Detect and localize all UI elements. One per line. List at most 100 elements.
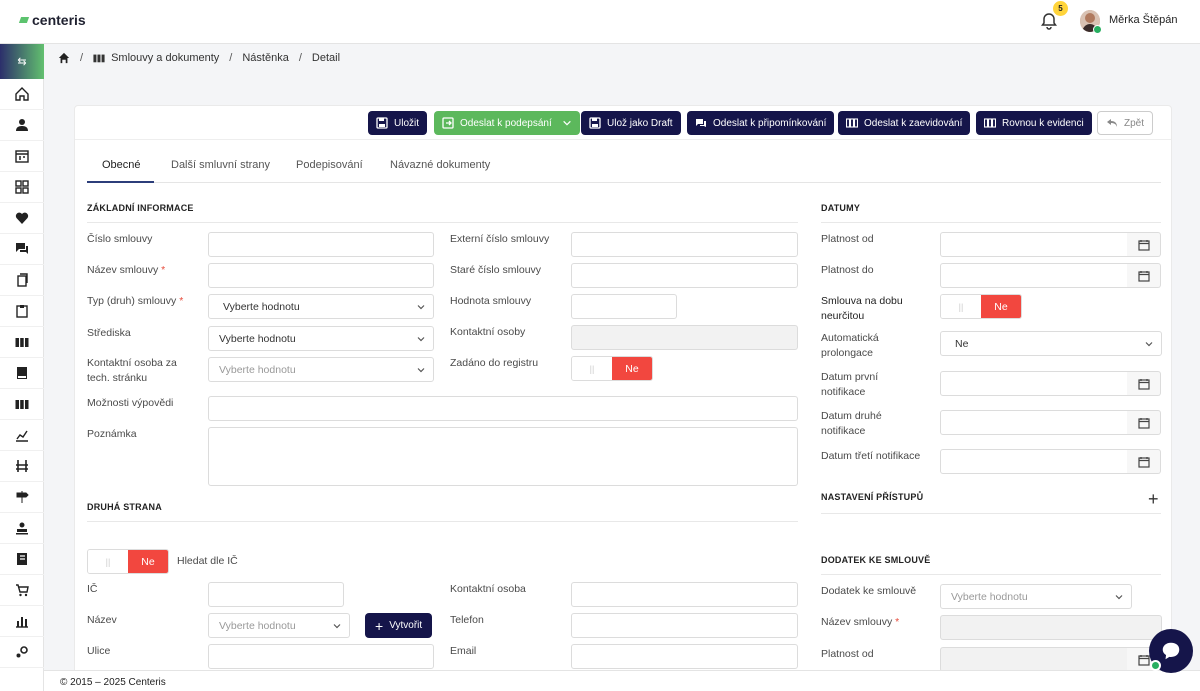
section-divider	[821, 513, 1161, 514]
table-icon[interactable]	[0, 451, 44, 482]
chat-icon[interactable]	[0, 234, 44, 265]
contract-name-label: Název smlouvy *	[87, 263, 165, 278]
binders-icon[interactable]	[0, 327, 44, 358]
ledger-icon[interactable]	[0, 544, 44, 575]
cart-icon[interactable]	[0, 575, 44, 606]
calendar-icon[interactable]	[1127, 371, 1161, 396]
amendment-placeholder: Vyberte hodnotu	[951, 590, 1028, 603]
share-icon	[442, 117, 454, 129]
second-notification-input[interactable]	[940, 410, 1128, 435]
chevron-down-icon[interactable]	[562, 118, 572, 128]
phone-input[interactable]	[571, 613, 798, 638]
home-breadcrumb-icon[interactable]	[58, 52, 70, 64]
send-to-register-button[interactable]: Odeslat k zaevidování	[838, 111, 971, 135]
breadcrumb-separator: /	[229, 52, 233, 64]
street-input[interactable]	[208, 644, 434, 669]
centers-select[interactable]: Vyberte hodnotu	[208, 326, 434, 351]
section-title-second-party: DRUHÁ STRANA	[87, 502, 162, 512]
back-button[interactable]: Zpět	[1097, 111, 1154, 135]
home-icon[interactable]	[0, 79, 44, 110]
settings-icon[interactable]	[0, 637, 44, 668]
contract-detail-card: Uložit Odeslat k podepsání Ulož jako Dra…	[74, 105, 1172, 685]
binders-icon	[984, 118, 996, 128]
archive-icon[interactable]	[0, 389, 44, 420]
registry-toggle[interactable]: || Ne	[571, 356, 653, 381]
party-contact-input[interactable]	[571, 582, 798, 607]
tab-signing[interactable]: Podepisování	[296, 159, 363, 171]
plus-icon[interactable]: +	[1148, 490, 1159, 508]
contract-value-input[interactable]	[571, 294, 677, 319]
note-textarea[interactable]	[208, 427, 798, 486]
book-icon[interactable]	[0, 358, 44, 389]
valid-to-input[interactable]	[940, 263, 1128, 288]
third-notification-input[interactable]	[940, 449, 1128, 474]
contract-number-input[interactable]	[208, 232, 434, 257]
send-to-sign-button[interactable]: Odeslat k podepsání	[434, 111, 580, 135]
bar-chart-icon[interactable]	[0, 606, 44, 637]
logo[interactable]: centeris	[18, 12, 86, 28]
breadcrumb-link-contracts[interactable]: Smlouvy a dokumenty	[111, 52, 219, 64]
centers-value: Vyberte hodnotu	[219, 332, 296, 345]
heart-icon[interactable]	[0, 203, 44, 234]
contract-number-label: Číslo smlouvy	[87, 233, 153, 245]
chart-line-icon[interactable]	[0, 420, 44, 451]
direct-to-register-button[interactable]: Rovnou k evidenci	[976, 111, 1092, 135]
tech-contact-label: Kontaktní osoba za tech. stránku	[87, 357, 177, 384]
user-name[interactable]: Měrka Štěpán	[1109, 14, 1177, 26]
ic-input[interactable]	[208, 582, 344, 607]
calendar-icon[interactable]	[0, 141, 44, 172]
valid-from-input[interactable]	[940, 232, 1128, 257]
search-by-ic-toggle[interactable]: || Ne	[87, 549, 169, 574]
tab-general[interactable]: Obecné	[102, 159, 141, 171]
calendar-icon[interactable]	[1127, 232, 1161, 257]
contract-name-input[interactable]	[208, 263, 434, 288]
floppy-icon	[376, 117, 388, 129]
calendar-icon[interactable]	[1127, 410, 1161, 435]
tab-related-documents[interactable]: Návazné dokumenty	[390, 159, 490, 171]
tech-contact-select[interactable]: Vyberte hodnotu	[208, 357, 434, 382]
centers-label: Střediska	[87, 327, 131, 339]
termination-options-input[interactable]	[208, 396, 798, 421]
stamp-icon[interactable]	[0, 513, 44, 544]
contract-type-label: Typ (druh) smlouvy *	[87, 294, 183, 309]
save-button[interactable]: Uložit	[368, 111, 428, 135]
required-marker: *	[179, 295, 184, 307]
valid-from-label: Platnost od	[821, 233, 874, 245]
amendment-select[interactable]: Vyberte hodnotu	[940, 584, 1132, 609]
calendar-icon[interactable]	[1127, 263, 1161, 288]
email-input[interactable]	[571, 644, 798, 669]
breadcrumb-link-dashboard[interactable]: Nástěnka	[242, 52, 288, 64]
grid-icon[interactable]	[0, 172, 44, 203]
clipboard-icon[interactable]	[0, 296, 44, 327]
active-tab-indicator	[87, 181, 154, 183]
tab-other-parties[interactable]: Další smluvní strany	[171, 159, 270, 171]
calendar-icon[interactable]	[1127, 449, 1161, 474]
first-notification-input[interactable]	[940, 371, 1128, 396]
section-divider	[821, 222, 1161, 223]
breadcrumb-current: Detail	[311, 52, 341, 64]
logo-text: centeris	[32, 12, 86, 28]
contact-persons-input[interactable]	[571, 325, 798, 350]
contract-type-select[interactable]: Vyberte hodnotu	[208, 294, 434, 319]
auto-prolong-select[interactable]: Ne	[940, 331, 1162, 356]
party-name-select[interactable]: Vyberte hodnotu	[208, 613, 350, 638]
user-icon[interactable]	[0, 110, 44, 141]
indefinite-toggle-value: Ne	[981, 295, 1021, 318]
copy-icon[interactable]	[0, 265, 44, 296]
create-party-button[interactable]: + Vytvořit	[365, 613, 433, 638]
send-to-register-label: Odeslat k zaevidování	[864, 117, 963, 129]
old-number-input[interactable]	[571, 263, 798, 288]
reply-icon	[1107, 119, 1117, 127]
sidebar: ⇆	[0, 44, 44, 691]
external-number-input[interactable]	[571, 232, 798, 257]
section-title-dates: DATUMY	[821, 203, 861, 213]
chevron-down-icon	[1145, 342, 1153, 347]
amendment-valid-from-input[interactable]	[940, 647, 1128, 672]
signpost-icon[interactable]	[0, 482, 44, 513]
amendment-contract-name-input[interactable]	[940, 615, 1162, 640]
indefinite-toggle[interactable]: || Ne	[940, 294, 1022, 319]
sidebar-toggle-button[interactable]: ⇆	[0, 44, 44, 79]
send-for-comments-button[interactable]: Odeslat k připomínkování	[687, 111, 835, 135]
save-draft-button[interactable]: Ulož jako Draft	[581, 111, 681, 135]
old-number-label: Staré číslo smlouvy	[450, 264, 542, 276]
